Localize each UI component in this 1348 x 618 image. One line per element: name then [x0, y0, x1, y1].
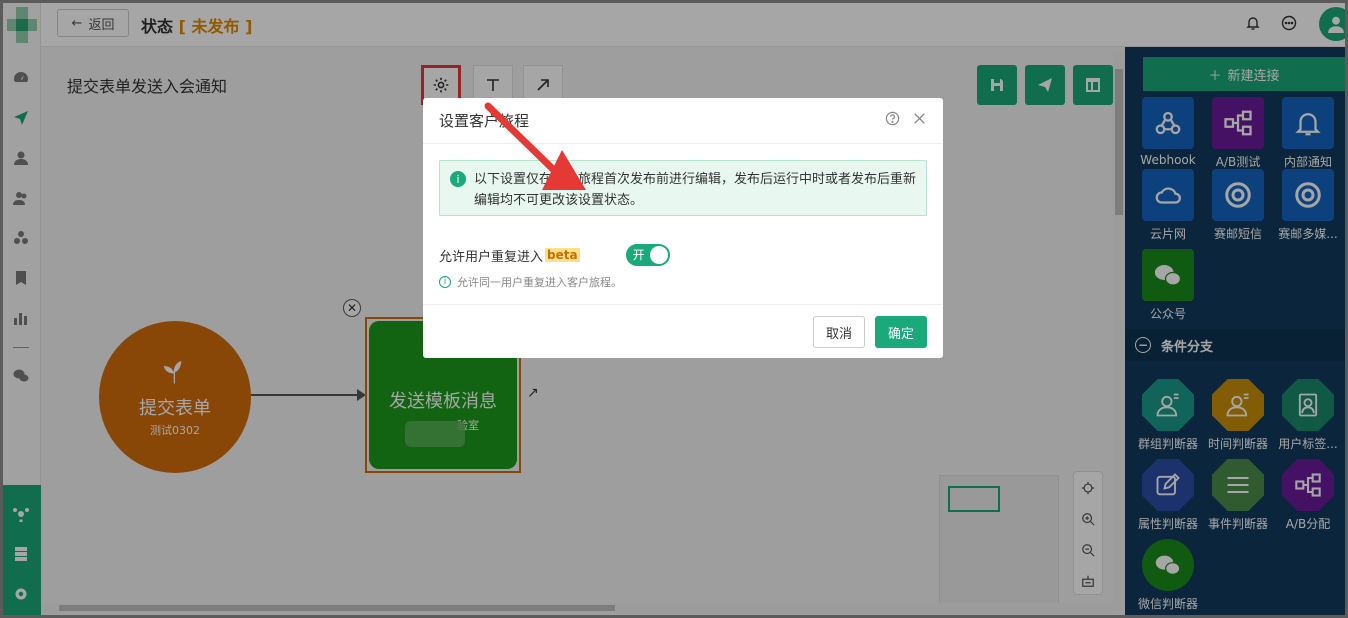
info-alert: i 以下设置仅在客户旅程首次发布前进行编辑，发布后运行中时或者发布后重新编辑均不…: [439, 160, 927, 216]
repeat-entry-label: 允许用户重复进入: [439, 249, 544, 265]
help-icon[interactable]: [885, 111, 900, 130]
hint-row: i 允许同一用户重复进入客户旅程。: [439, 274, 927, 290]
hint-text: 允许同一用户重复进入客户旅程。: [457, 276, 622, 289]
confirm-button[interactable]: 确定: [875, 316, 927, 348]
repeat-entry-toggle[interactable]: 开: [625, 244, 670, 266]
info-icon: i: [450, 171, 466, 187]
beta-badge: beta: [545, 248, 580, 262]
hint-info-icon: i: [439, 276, 451, 288]
dialog-header: 设置客户旅程: [423, 98, 943, 144]
close-icon[interactable]: [912, 111, 927, 130]
toggle-knob: [649, 246, 668, 264]
dialog-title: 设置客户旅程: [439, 112, 530, 130]
cancel-button[interactable]: 取消: [813, 316, 865, 348]
dialog-footer: 取消 确定: [423, 304, 943, 358]
info-text: 以下设置仅在客户旅程首次发布前进行编辑，发布后运行中时或者发布后重新编辑均不可更…: [474, 172, 917, 208]
toggle-label: 开: [632, 248, 645, 262]
repeat-entry-row: 允许用户重复进入 beta 开: [439, 244, 927, 266]
journey-settings-dialog: 设置客户旅程 i 以下设置仅在客户旅程首次发布前进行编辑，发布后运行中时或者发布…: [423, 98, 943, 358]
